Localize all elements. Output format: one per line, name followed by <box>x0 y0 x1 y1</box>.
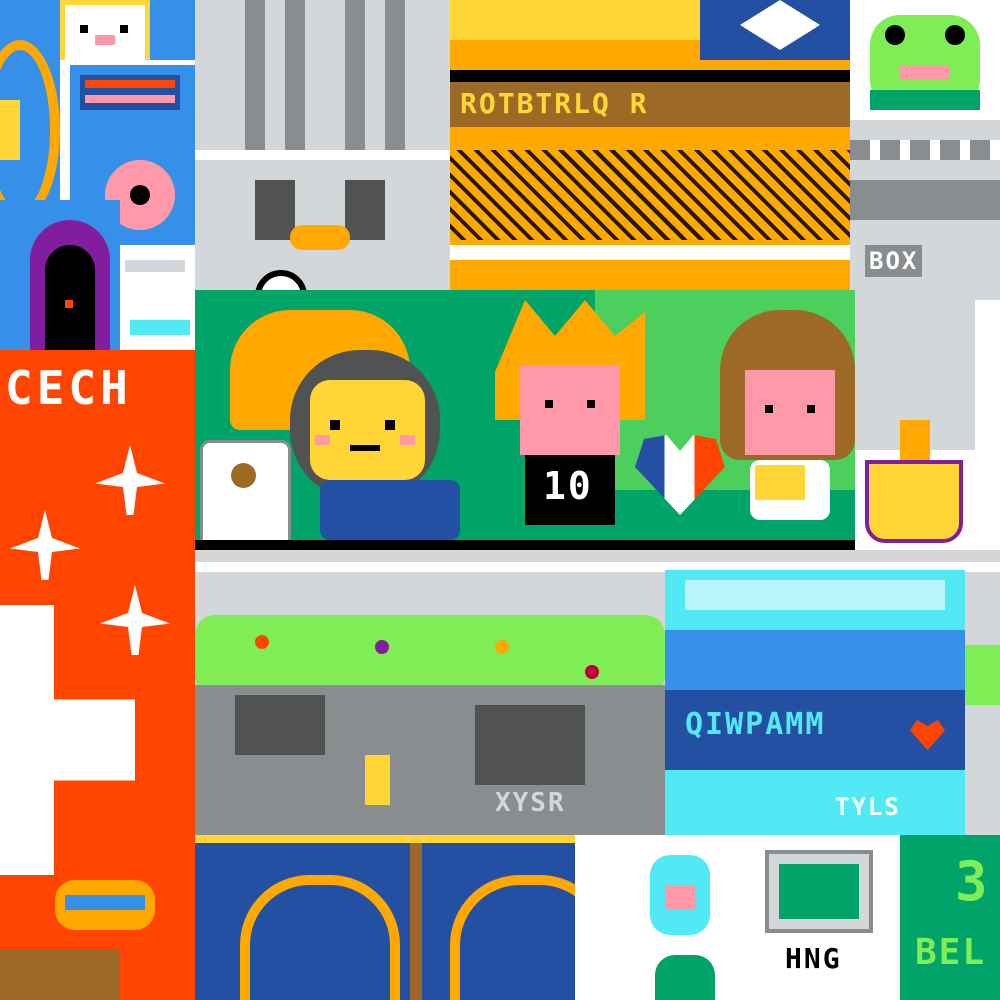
cech-label: CECH <box>5 361 132 415</box>
compass-emblem <box>700 0 860 60</box>
character-tile <box>575 835 745 1000</box>
purple-pot-panel <box>855 300 1000 550</box>
flower-icon <box>255 635 269 649</box>
jersey: 10 <box>525 455 615 525</box>
frog-panel <box>850 0 1000 120</box>
flower-cliff-scene: XYSR <box>195 585 665 835</box>
waterfall-scene: QIWPAMM TYLS <box>665 570 965 835</box>
toast-face <box>60 0 150 60</box>
box-sign: BOX <box>865 245 923 277</box>
toast-character-panel <box>60 0 195 60</box>
waterfall-text: QIWPAMM <box>685 707 826 742</box>
green-sign-tile: 3 BEL <box>900 835 1000 1000</box>
truss-lattice <box>450 150 850 240</box>
fighter-jet-icon <box>100 585 170 655</box>
gray-tower-panel <box>195 0 450 300</box>
flower-icon <box>375 640 389 654</box>
green-sign-digit: 3 <box>955 850 990 913</box>
frog-character <box>870 15 980 110</box>
tv-caption: HNG <box>785 942 842 975</box>
purple-hooded-figure <box>0 200 120 350</box>
right-strip <box>965 585 1000 835</box>
green-sign-text: BEL <box>915 932 987 973</box>
fighter-jet-icon <box>95 445 165 515</box>
fighter-jet-icon <box>10 510 80 580</box>
paper-roll <box>200 440 291 550</box>
flower-icon <box>585 665 599 679</box>
swiss-cross <box>0 605 135 875</box>
gothic-arches-panel <box>195 835 575 1000</box>
small-character <box>650 855 710 935</box>
flower-icon <box>495 640 509 654</box>
pixel-art-canvas: CECH ROTBTRLQ R BOX 10 XYSR QIWPAMM TYLS… <box>0 0 1000 1000</box>
cliff-text: XYSR <box>495 788 566 818</box>
swiss-flag-panel: CECH <box>0 350 195 1000</box>
tv-icon <box>765 850 873 933</box>
waterfall-bottom-text: TYLS <box>835 793 901 821</box>
blond-boy-character: 10 <box>495 300 645 540</box>
jersey-number: 10 <box>543 464 593 508</box>
small-white-bone-panel <box>120 245 195 350</box>
retro-tv-tile: HNG <box>745 835 900 1000</box>
arch-window <box>450 875 575 1000</box>
cable-car-icon <box>55 880 155 930</box>
characters-scene: 10 <box>195 290 855 550</box>
bridge-banner-text: ROTBTRLQ R <box>460 87 649 120</box>
arch-window <box>240 875 400 1000</box>
purple-pot-icon <box>865 460 963 543</box>
brown-hair-girl-character <box>720 310 855 540</box>
